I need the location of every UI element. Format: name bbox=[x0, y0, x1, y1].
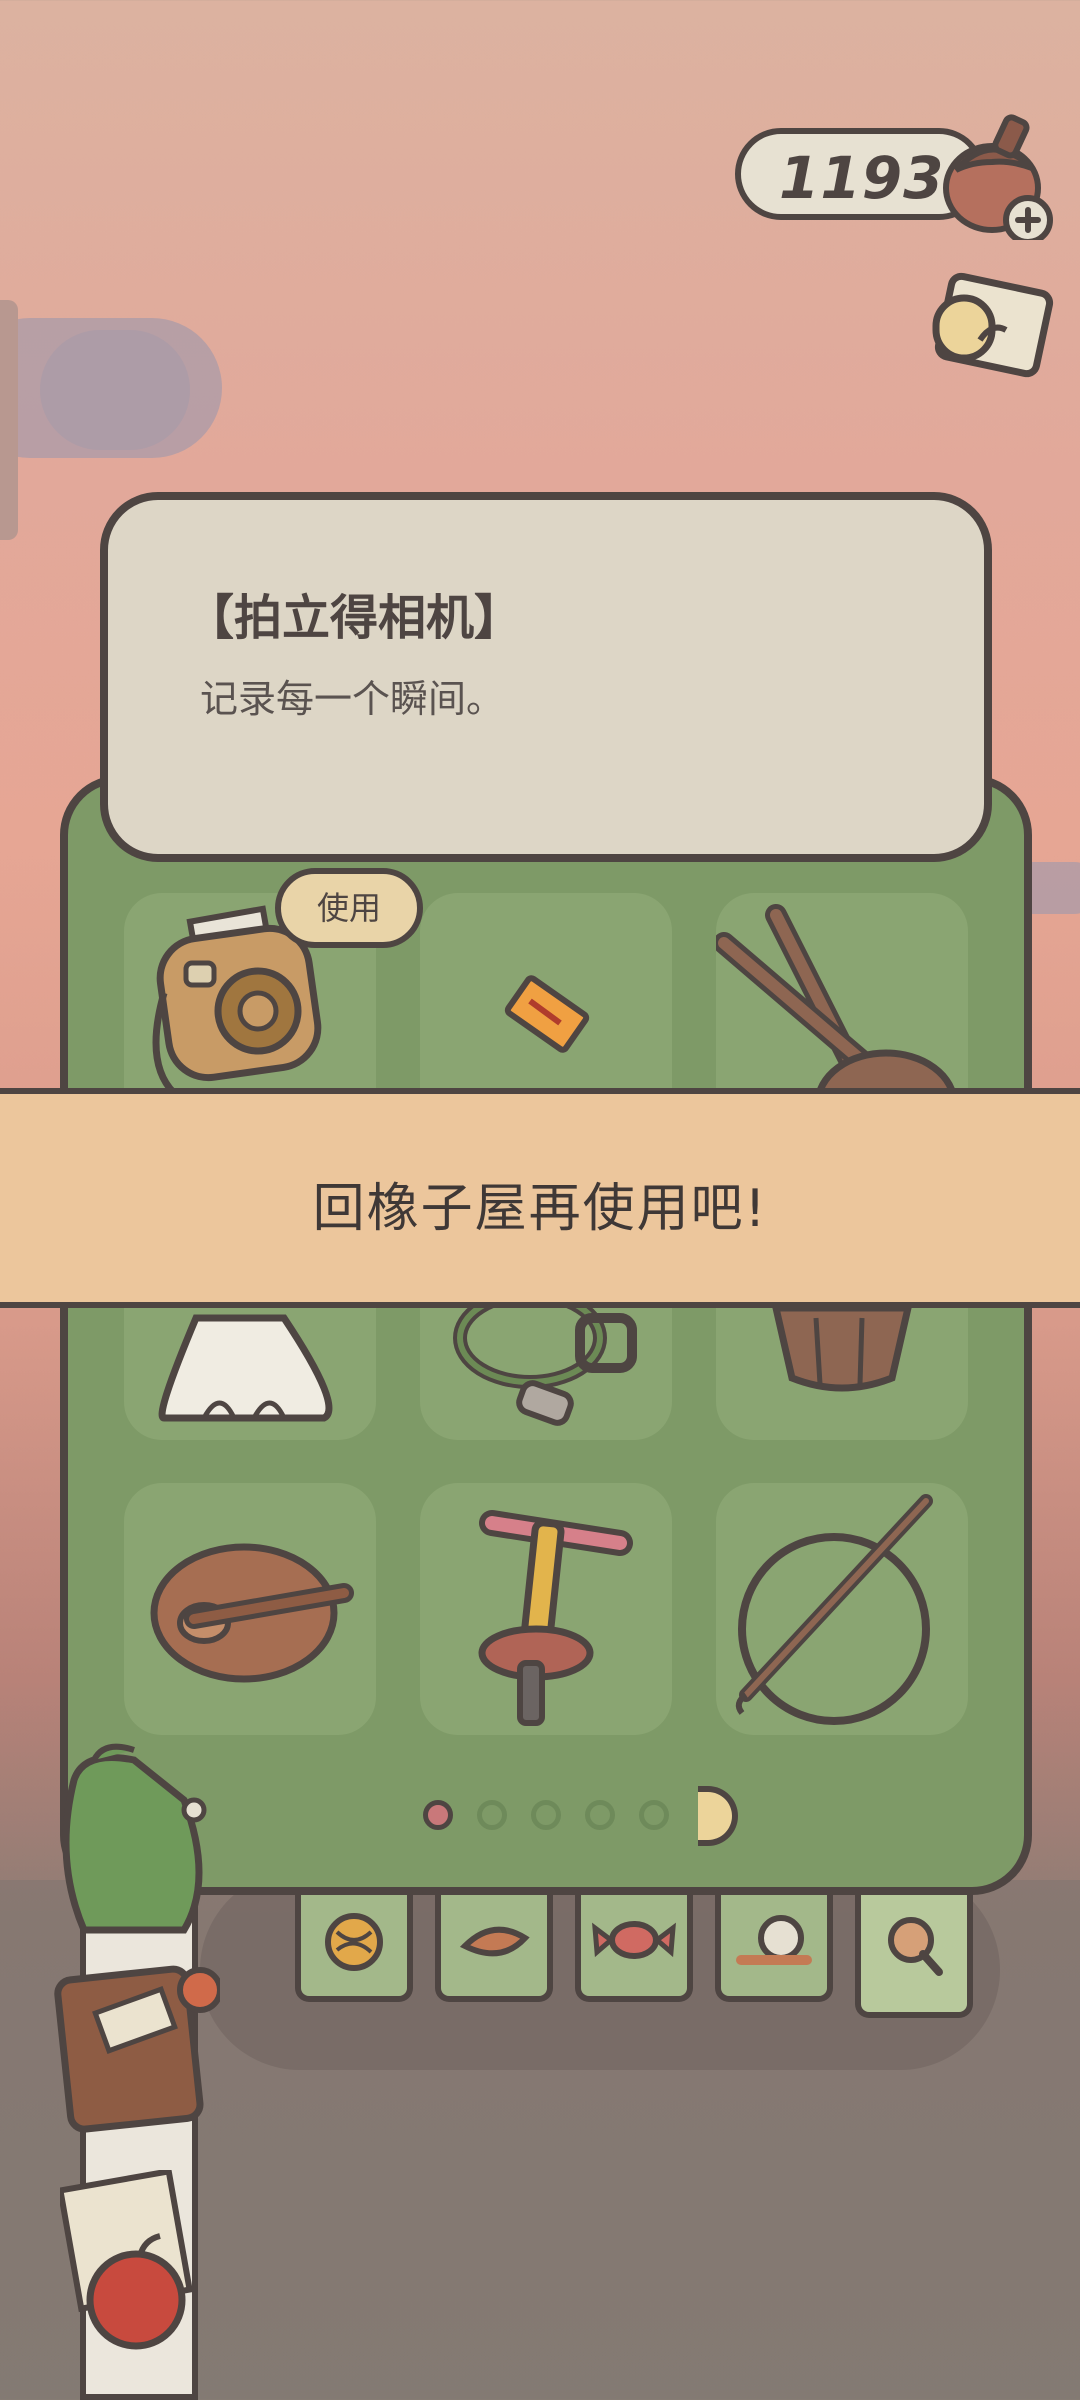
page-dot-1[interactable] bbox=[423, 1800, 453, 1830]
tab-leaf[interactable] bbox=[435, 1888, 553, 2002]
item-info-popup: 【拍立得相机】 记录每一个瞬间。 bbox=[100, 492, 992, 862]
yarn-ball-icon bbox=[325, 1913, 383, 1971]
toast-banner: 回橡子屋再使用吧! bbox=[0, 1088, 1080, 1308]
cloud bbox=[40, 330, 190, 450]
hoop-icon bbox=[735, 1494, 933, 1725]
backpack-icon[interactable] bbox=[44, 1740, 214, 1940]
pogo-stick-icon bbox=[478, 1510, 633, 1726]
tab-yarn[interactable] bbox=[295, 1888, 413, 2002]
inventory-slot-pogo[interactable] bbox=[420, 1483, 672, 1735]
candy-icon bbox=[592, 1921, 676, 1959]
magnifier-icon bbox=[888, 1917, 943, 1976]
page-dot-3[interactable] bbox=[531, 1800, 561, 1830]
journal-icon[interactable] bbox=[50, 1960, 223, 2140]
page-dot-2[interactable] bbox=[477, 1800, 507, 1830]
item-title: 【拍立得相机】 bbox=[186, 590, 523, 646]
leaf-icon bbox=[459, 1926, 530, 1957]
toast-message: 回橡子屋再使用吧! bbox=[312, 1179, 768, 1239]
inventory-slot-hoop[interactable] bbox=[716, 1483, 968, 1735]
page-dot-5[interactable] bbox=[639, 1800, 669, 1830]
snail-icon bbox=[736, 1915, 812, 1965]
item-description: 记录每一个瞬间。 bbox=[200, 677, 505, 721]
left-edge-handle[interactable] bbox=[0, 300, 18, 540]
tab-candy[interactable] bbox=[575, 1888, 693, 2002]
acorn-plus-icon[interactable] bbox=[940, 110, 1060, 245]
inventory-slot-chicken[interactable] bbox=[124, 1483, 376, 1735]
use-button[interactable]: 使用 bbox=[275, 868, 423, 948]
tab-snail[interactable] bbox=[715, 1888, 833, 2002]
roast-chicken-icon bbox=[150, 1543, 354, 1683]
mail-letter-icon[interactable] bbox=[930, 270, 1060, 390]
tab-magnifier[interactable] bbox=[855, 1888, 973, 2018]
apple-icon[interactable] bbox=[56, 2167, 230, 2350]
page-dot-4[interactable] bbox=[585, 1800, 615, 1830]
